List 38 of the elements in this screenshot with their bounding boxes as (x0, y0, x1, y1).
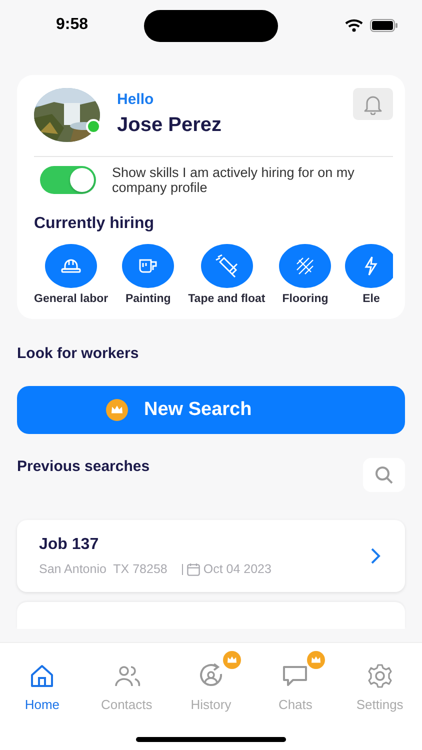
notifications-button[interactable] (353, 88, 393, 120)
skill-label: Ele (362, 293, 380, 305)
skill-button[interactable] (45, 244, 98, 288)
search-card[interactable]: Job 137 San Antonio TX 78258 Oct 04 2023 (17, 520, 405, 592)
chevron-right-icon (370, 547, 381, 565)
wifi-icon (345, 18, 363, 32)
tab-item[interactable]: Home (0, 643, 84, 750)
tab-item[interactable]: Contacts (84, 643, 169, 750)
user-name: Jose Perez (117, 114, 222, 137)
skill-button[interactable] (345, 244, 393, 288)
job-title: Job 137 (39, 536, 99, 554)
calendar-icon (187, 562, 200, 576)
skill-button[interactable] (200, 244, 253, 288)
battery-icon (370, 18, 398, 32)
greeting-text: Hello (117, 91, 154, 108)
skill-label: Painting (125, 293, 171, 305)
tab-item[interactable]: History (168, 643, 254, 750)
tab-item[interactable]: Chats (253, 643, 338, 750)
skill-label: Tape and float (188, 293, 266, 305)
skill-button[interactable] (279, 244, 332, 288)
clock-time: 9:58 (56, 16, 88, 34)
trowel-icon (214, 254, 239, 278)
job-date: Oct 04 2023 (203, 562, 272, 576)
search-icon (374, 465, 394, 485)
skill-label: General labor (34, 293, 108, 305)
job-location: San Antonio TX 78258 (39, 562, 168, 576)
section-title: Look for workers (17, 345, 139, 362)
skill-button[interactable] (122, 244, 174, 288)
section-title: Previous searches (17, 458, 150, 475)
toggle-switch[interactable] (40, 166, 96, 194)
toggle-label: Show skills I am actively hiring for on my company profile (112, 165, 356, 195)
crown-icon (106, 399, 128, 421)
new-search-button[interactable]: New Search (17, 386, 405, 434)
skill-label: Flooring (282, 293, 328, 305)
section-title: Currently hiring (34, 215, 154, 233)
search-button[interactable] (363, 458, 405, 492)
tab-item[interactable]: Settings (338, 643, 422, 750)
settings-icon (366, 662, 394, 690)
